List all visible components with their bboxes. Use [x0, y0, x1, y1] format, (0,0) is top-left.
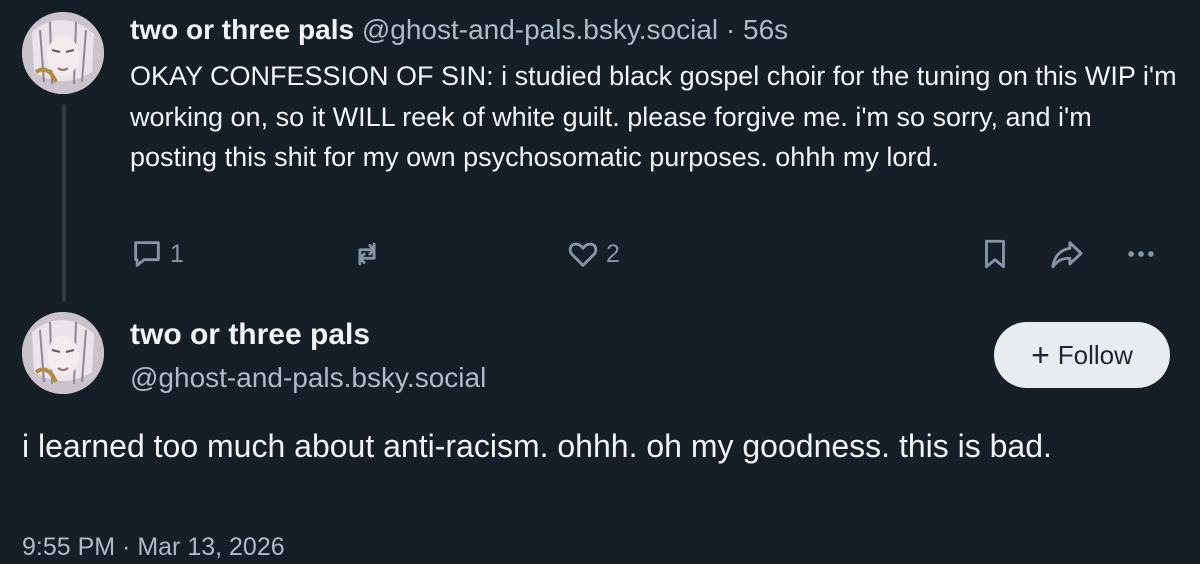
reply-author-name[interactable]: two or three pals	[130, 14, 354, 45]
repost-arrows-icon	[358, 242, 376, 266]
like-count: 2	[606, 239, 620, 268]
post-text: i learned too much about anti-racism. oh…	[22, 428, 1052, 464]
post-author-handle[interactable]: @ghost-and-pals.bsky.social	[130, 358, 486, 398]
reply-header-separator: ·	[725, 14, 736, 45]
thread-connector-line	[62, 104, 66, 302]
reply-text: OKAY CONFESSION OF SIN: i studied black …	[130, 61, 1177, 172]
reply-action-bar: 1 2	[130, 232, 1170, 276]
reply-age[interactable]: 56s	[743, 14, 788, 45]
repost-button[interactable]	[350, 232, 384, 276]
plus-icon: +	[1031, 337, 1050, 373]
bookmark-button[interactable]	[978, 232, 1012, 276]
reply-header: two or three pals @ghost-and-pals.bsky.s…	[130, 10, 788, 50]
like-button[interactable]: 2	[566, 232, 620, 276]
reply-button[interactable]: 1	[130, 232, 184, 276]
follow-label: Follow	[1057, 339, 1133, 370]
ellipsis-icon	[1128, 251, 1154, 257]
reply-author-handle[interactable]: @ghost-and-pals.bsky.social	[362, 14, 718, 45]
reply-count: 1	[170, 239, 184, 268]
post-timestamp[interactable]: 9:55 PM · Mar 13, 2026	[22, 530, 285, 564]
follow-button[interactable]: + Follow	[994, 322, 1170, 388]
heart-icon	[568, 242, 598, 267]
post-author-avatar[interactable]	[22, 312, 104, 394]
post-author-name[interactable]: two or three pals	[130, 314, 370, 356]
reply-author-avatar[interactable]	[22, 12, 104, 94]
bookmark-icon	[985, 239, 1005, 269]
avatar-image	[22, 312, 104, 394]
share-arrow-icon	[1051, 241, 1083, 269]
avatar-image	[22, 12, 104, 94]
speech-bubble-icon	[134, 241, 160, 267]
more-options-button[interactable]	[1124, 232, 1158, 276]
share-button[interactable]	[1050, 232, 1084, 276]
